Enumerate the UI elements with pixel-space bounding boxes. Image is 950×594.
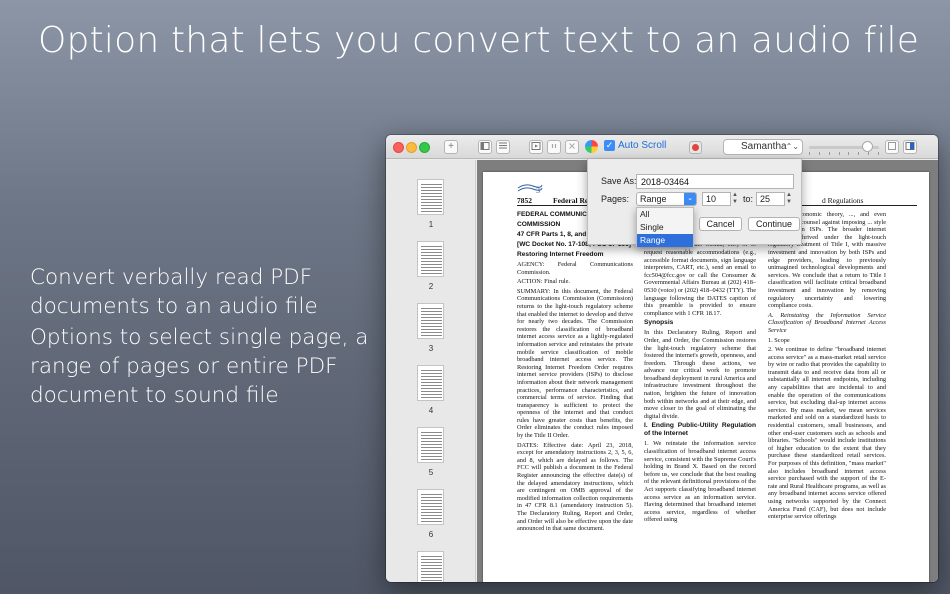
select-arrows-icon: ⌃⌄	[785, 142, 799, 151]
text-column-2: Portals II, 445 12th Street SW, Room CY–…	[644, 211, 756, 526]
thumbnail-number: 5	[428, 468, 434, 477]
save-as-input[interactable]	[636, 174, 794, 189]
thumbnail-image	[417, 427, 444, 463]
to-label: to:	[743, 194, 754, 204]
paragraph: AGENCY: Federal Communications Commissio…	[517, 261, 633, 276]
minimize-window-button[interactable]	[406, 142, 417, 153]
headline: Option that lets you convert text to an …	[38, 20, 920, 61]
page-thumbnails-sidebar: 1 2 3 4 5 6	[386, 160, 476, 582]
sidebar-right-icon[interactable]	[903, 140, 917, 154]
paragraph: 1. We reinstate the information service …	[644, 440, 756, 524]
paragraph: SUMMARY: In this document, the Federal C…	[517, 287, 633, 440]
sidebar-toggle-icon[interactable]	[478, 140, 492, 154]
paragraph: A. Reinstating the Information Service C…	[768, 311, 886, 334]
save-as-label: Save As:	[601, 176, 637, 186]
color-wheel-icon[interactable]	[585, 140, 598, 153]
thumbnail-number: 1	[428, 220, 434, 229]
speed-slider-knob[interactable]	[862, 141, 873, 152]
feature-text-convert: Convert verbally read PDF documents to a…	[30, 265, 318, 319]
checkmark-icon: ✓	[604, 140, 615, 151]
continue-button[interactable]: Continue	[748, 217, 800, 231]
text-column-3: find that economic theory, ..., and even…	[768, 211, 886, 523]
stop-icon[interactable]	[565, 140, 579, 154]
thumbnail-page[interactable]: 2	[414, 241, 448, 291]
thumbnail-image	[417, 365, 444, 401]
speed-slider-ticks	[809, 152, 879, 155]
paragraph: Restoring Internet Freedom	[517, 251, 604, 258]
page-number: 7852	[517, 196, 532, 205]
paragraph: ACTION: Final rule.	[517, 278, 570, 286]
zoom-window-button[interactable]	[419, 142, 430, 153]
auto-scroll-checkbox[interactable]: ✓ Auto Scroll	[604, 140, 666, 151]
range-from-field[interactable]: 10	[702, 192, 731, 206]
paragraph: Synopsis	[644, 319, 674, 327]
range-to-field[interactable]: 25	[756, 192, 785, 206]
thumbnail-image	[417, 179, 444, 215]
pages-select-value: Range	[640, 194, 667, 204]
range-from-stepper[interactable]: ▲ ▼	[731, 192, 739, 206]
record-button[interactable]	[689, 141, 702, 154]
thumbnail-page[interactable]: 1	[414, 179, 448, 229]
voice-value: Samantha	[741, 141, 787, 152]
range-to-stepper[interactable]: ▲ ▼	[785, 192, 793, 206]
app-window: + ✓ Auto Scroll Samantha ⌃⌄ 1 2 3 4 5 6 …	[386, 135, 938, 582]
thumbnail-page[interactable]: 6	[414, 489, 448, 539]
thumbnail-page[interactable]	[414, 551, 448, 582]
dropdown-option-range[interactable]: Range	[637, 234, 693, 247]
close-window-button[interactable]	[393, 142, 404, 153]
record-icon	[692, 144, 699, 151]
toolbar: + ✓ Auto Scroll Samantha ⌃⌄	[386, 135, 938, 159]
auto-scroll-label: Auto Scroll	[618, 140, 667, 151]
pages-dropdown-menu: All Single Range	[636, 207, 694, 247]
paragraph: I. Ending Public-Utility Regulation of t…	[644, 422, 756, 438]
cancel-button[interactable]: Cancel	[699, 217, 742, 231]
paragraph: 1. Scope	[768, 336, 790, 344]
voice-select[interactable]: Samantha ⌃⌄	[723, 139, 803, 155]
chevron-down-icon: ⌄	[684, 193, 696, 205]
text-column-1: FEDERAL COMMUNICAT COMMISSION 47 CFR Parts…	[517, 211, 633, 535]
plus-icon[interactable]: +	[444, 140, 458, 154]
paragraph: In this Declaratory Ruling, Report and O…	[644, 329, 756, 420]
dropdown-option-single[interactable]: Single	[637, 221, 693, 234]
thumbnail-image	[417, 241, 444, 277]
thumbnail-number: 3	[428, 344, 434, 353]
pause-icon[interactable]	[547, 140, 561, 154]
window-mode-icon[interactable]	[885, 140, 899, 154]
list-view-icon[interactable]	[496, 140, 510, 154]
thumbnail-image	[417, 551, 444, 582]
thumbnail-page[interactable]: 4	[414, 365, 448, 415]
pages-select[interactable]: Range ⌄	[636, 192, 697, 206]
pages-label: Pages:	[601, 194, 630, 204]
save-audio-panel: Save As: Pages: Range ⌄ 10 ▲▼ to: 25 ▲▼ …	[587, 159, 802, 245]
page-header-left: Federal Re	[553, 196, 589, 205]
thumbnail-page[interactable]: 5	[414, 427, 448, 477]
thumbnail-page[interactable]: 3	[414, 303, 448, 353]
thumbnail-image	[417, 303, 444, 339]
paragraph: DATES: Effective date: April 23, 2018, e…	[517, 441, 633, 533]
svg-text:3: 3	[536, 186, 540, 194]
paragraph: 2. We continue to define "broadband inte…	[768, 346, 886, 521]
thumbnail-number: 2	[428, 282, 434, 291]
thumbnail-image	[417, 489, 444, 525]
speed-slider[interactable]	[809, 141, 879, 152]
federal-register-logo-icon: 3	[517, 184, 543, 194]
play-icon[interactable]	[529, 140, 543, 154]
feature-text-options: Options to select single page, a range o…	[30, 325, 369, 408]
thumbnail-number: 4	[428, 406, 434, 415]
thumbnail-number: 6	[428, 530, 434, 539]
page-header-right: d Regulations	[822, 196, 864, 205]
dropdown-option-all[interactable]: All	[637, 208, 693, 221]
